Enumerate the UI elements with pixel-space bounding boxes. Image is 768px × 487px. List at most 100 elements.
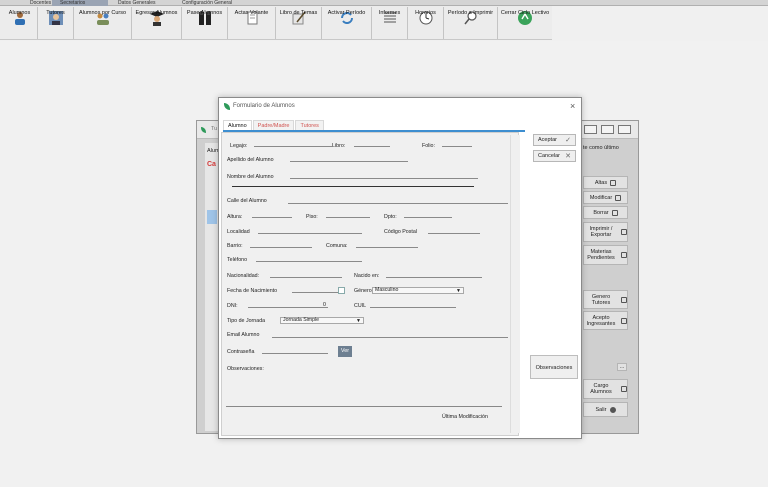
tab-alumno[interactable]: Alumno (223, 120, 252, 130)
close-icon[interactable] (618, 125, 631, 134)
background-red-title: Ca (207, 161, 216, 168)
cancelar-button[interactable]: Cancelar ✕ (533, 150, 576, 162)
toolbar-libro-de-temas-button[interactable]: Libro de Temas (276, 7, 322, 39)
codigo-postal-field[interactable] (428, 229, 480, 234)
toolbar-tutores-button[interactable]: Tutores (38, 7, 74, 39)
id-card-icon (621, 317, 627, 324)
ver-button[interactable]: Ver (338, 346, 352, 357)
cuil-field[interactable] (370, 303, 456, 308)
calle-label: Calle del Alumno (227, 198, 267, 204)
aceptar-button[interactable]: Aceptar ✓ (533, 134, 576, 146)
ultima-modificacion-label: Última Modificación (442, 414, 488, 420)
toolbar-informes-button[interactable]: Informes (372, 7, 408, 39)
cargo-alumnos-button[interactable]: Cargo Alumnos (583, 379, 628, 399)
fecha-nacimiento-field[interactable] (292, 288, 338, 293)
background-window-title: Tu (211, 126, 218, 132)
toolbar-label: Período a Imprimir (447, 10, 494, 16)
dpto-label: Dpto: (384, 214, 397, 220)
genero-select[interactable]: Masculino ▼ (372, 287, 464, 294)
toolbar-label: Informes (378, 10, 401, 16)
materias-pendientes-button[interactable]: Materias Pendientes (583, 245, 628, 265)
localidad-field[interactable] (258, 229, 362, 234)
maximize-icon[interactable] (601, 125, 614, 134)
nacido-en-field[interactable] (386, 273, 482, 278)
toolbar-cerrar-ciclo-lectivo-button[interactable]: Cerrar Ciclo Lectivo (498, 7, 552, 39)
folio-field[interactable] (442, 142, 472, 147)
background-selected-row[interactable] (207, 210, 217, 224)
nacionalidad-label: Nacionalidad: (227, 273, 260, 279)
observaciones-textarea[interactable] (226, 379, 502, 407)
barrio-label: Barrio: (227, 243, 243, 249)
acepto-ingresantes-button[interactable]: Acepto Ingresantes (583, 311, 628, 330)
folio-label: Folio: (422, 143, 435, 149)
tipo-jornada-label: Tipo de Jornada (227, 318, 266, 324)
tipo-jornada-select[interactable]: Jornada Simple ▼ (280, 317, 364, 324)
imprimir-exportar-button[interactable]: Imprimir / Exportar (583, 222, 628, 242)
toolbar-label: Tutores (46, 10, 65, 16)
legajo-field[interactable] (254, 142, 332, 147)
toolbar-label: Pase Alumnos (186, 10, 223, 16)
calle-field[interactable] (288, 199, 508, 204)
toolbar-label: Activar Período (327, 10, 366, 16)
toolbar-egresar-alumnos-button[interactable]: Egresar Alumnos (132, 7, 182, 39)
comuna-field[interactable] (356, 243, 418, 248)
genero-label: Género (354, 288, 372, 294)
modificar-button[interactable]: Modificar (583, 191, 628, 204)
libro-field[interactable] (354, 142, 390, 147)
piso-field[interactable] (326, 213, 370, 218)
toolbar-label: Libro de Temas (279, 10, 318, 16)
toolbar-label: Horarios (415, 10, 436, 16)
altura-label: Altura: (227, 214, 243, 220)
add-icon (610, 179, 617, 186)
toolbar-activar-periodo-button[interactable]: Activar Período (322, 7, 372, 39)
contrasena-field[interactable] (262, 349, 328, 354)
genero-tutores-button[interactable]: Genero Tutores (583, 290, 628, 309)
list-icon (621, 252, 627, 258)
id-card-icon (621, 386, 627, 392)
dpto-field[interactable] (404, 213, 452, 218)
more-button[interactable]: ... (617, 363, 627, 371)
toolbar-label: Actas Volante (234, 10, 269, 16)
alumno-form: Legajo: Libro: Folio: Apellido del Alumn… (221, 132, 519, 436)
piso-label: Piso: (306, 214, 318, 220)
apellido-label: Apellido del Alumno (227, 157, 274, 163)
barrio-field[interactable] (250, 243, 312, 248)
toolbar-alumnos-button[interactable]: Alumnos (2, 7, 38, 39)
close-icon: ✕ (565, 153, 571, 160)
check-icon (621, 296, 627, 303)
toolbar-alumnos-por-curso-button[interactable]: Alumnos por Curso (74, 7, 132, 39)
toolbar-actas-volante-button[interactable]: Actas Volante (228, 7, 276, 39)
toolbar-periodo-a-imprimir-button[interactable]: Período a Imprimir (444, 7, 498, 39)
altura-field[interactable] (252, 213, 292, 218)
telefono-field[interactable] (256, 257, 362, 262)
tab-tutores[interactable]: Tutores (295, 120, 324, 130)
comuna-label: Comuna: (326, 243, 348, 249)
tab-padre-madre[interactable]: Padre/Madre (252, 120, 295, 130)
nacionalidad-field[interactable] (270, 273, 342, 278)
dialog-tabs: Alumno Padre/Madre Tutores (223, 120, 325, 130)
nacido-en-label: Nacido en: (354, 273, 380, 279)
edit-icon (615, 194, 622, 201)
dni-field[interactable] (248, 303, 328, 308)
apellido-field[interactable] (290, 157, 408, 162)
nombre-field[interactable] (290, 174, 478, 179)
salir-button[interactable]: Salir (583, 402, 628, 417)
minimize-icon[interactable] (584, 125, 597, 134)
toolbar-label: Cerrar Ciclo Lectivo (500, 10, 550, 16)
close-icon[interactable]: × (570, 101, 575, 111)
toolbar-horarios-button[interactable]: Horarios (408, 7, 444, 39)
toolbar-pase-alumnos-button[interactable]: Pase Alumnos (182, 7, 228, 39)
borrar-button[interactable]: Borrar (583, 206, 628, 219)
calendar-icon[interactable] (338, 287, 345, 294)
libro-label: Libro: (332, 143, 346, 149)
altas-button[interactable]: Altas (583, 176, 628, 189)
observaciones-label: Observaciones: (227, 366, 264, 372)
check-icon: ✓ (565, 137, 571, 144)
toolbar-label: Alumnos (8, 10, 31, 16)
observaciones-button[interactable]: Observaciones (530, 355, 578, 379)
email-field[interactable] (272, 333, 508, 338)
nombre-label: Nombre del Alumno (227, 174, 274, 180)
background-tab-strip: Alum Ca (205, 143, 220, 431)
main-toolbar: Alumnos Tutores Alumnos por Curso Egresa… (0, 6, 552, 40)
form-scrollbar[interactable] (510, 135, 520, 433)
